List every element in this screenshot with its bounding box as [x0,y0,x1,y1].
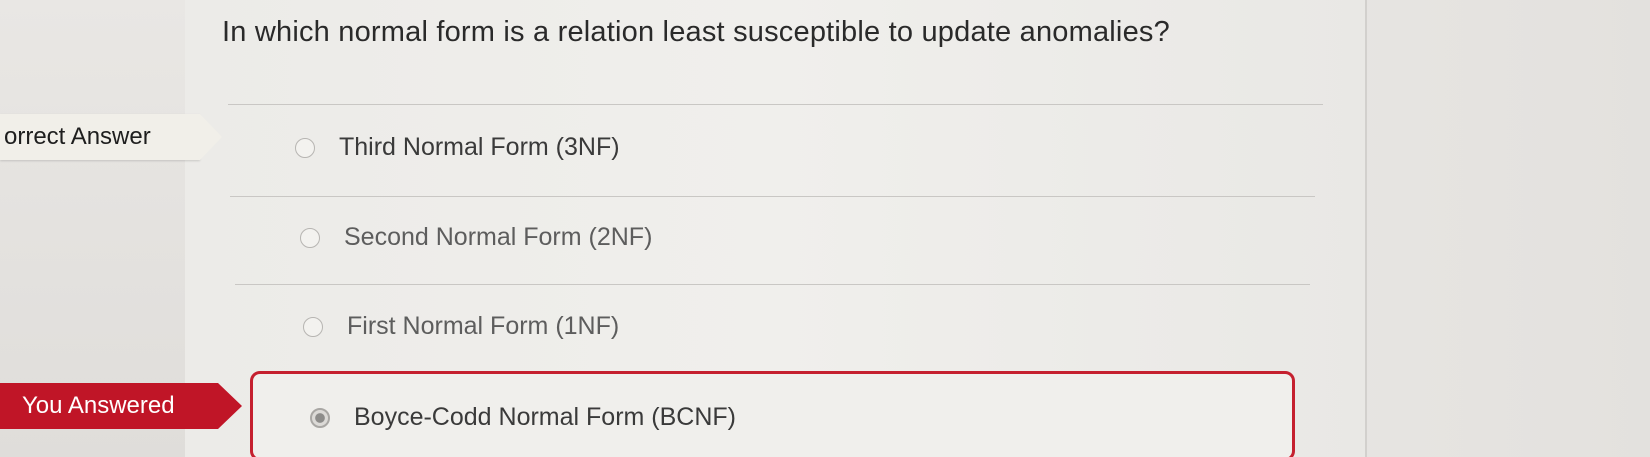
answer-label: First Normal Form (1NF) [347,312,620,340]
answer-divider [230,196,1315,197]
correct-answer-tag: orrect Answer [0,114,222,160]
you-answered-tag: You Answered [0,383,242,429]
you-answered-tag-label: You Answered [22,392,175,419]
radio-button[interactable] [295,137,315,158]
radio-button-selected[interactable] [310,407,330,428]
answer-option-1[interactable]: Third Normal Form (3NF) [295,133,620,162]
answer-label: Boyce-Codd Normal Form (BCNF) [354,403,737,431]
radio-button[interactable] [303,316,323,337]
answer-option-3[interactable]: First Normal Form (1NF) [303,312,619,341]
radio-button[interactable] [300,227,320,248]
answer-divider [235,284,1310,285]
answer-label: Third Normal Form (3NF) [339,133,620,161]
answer-option-2[interactable]: Second Normal Form (2NF) [300,223,652,252]
quiz-screen: In which normal form is a relation least… [0,0,1650,457]
answer-option-4[interactable]: Boyce-Codd Normal Form (BCNF) [310,403,736,432]
answer-label: Second Normal Form (2NF) [344,223,653,251]
correct-answer-tag-label: orrect Answer [4,123,151,150]
question-divider [228,104,1323,105]
question-text: In which normal form is a relation least… [222,16,1170,48]
